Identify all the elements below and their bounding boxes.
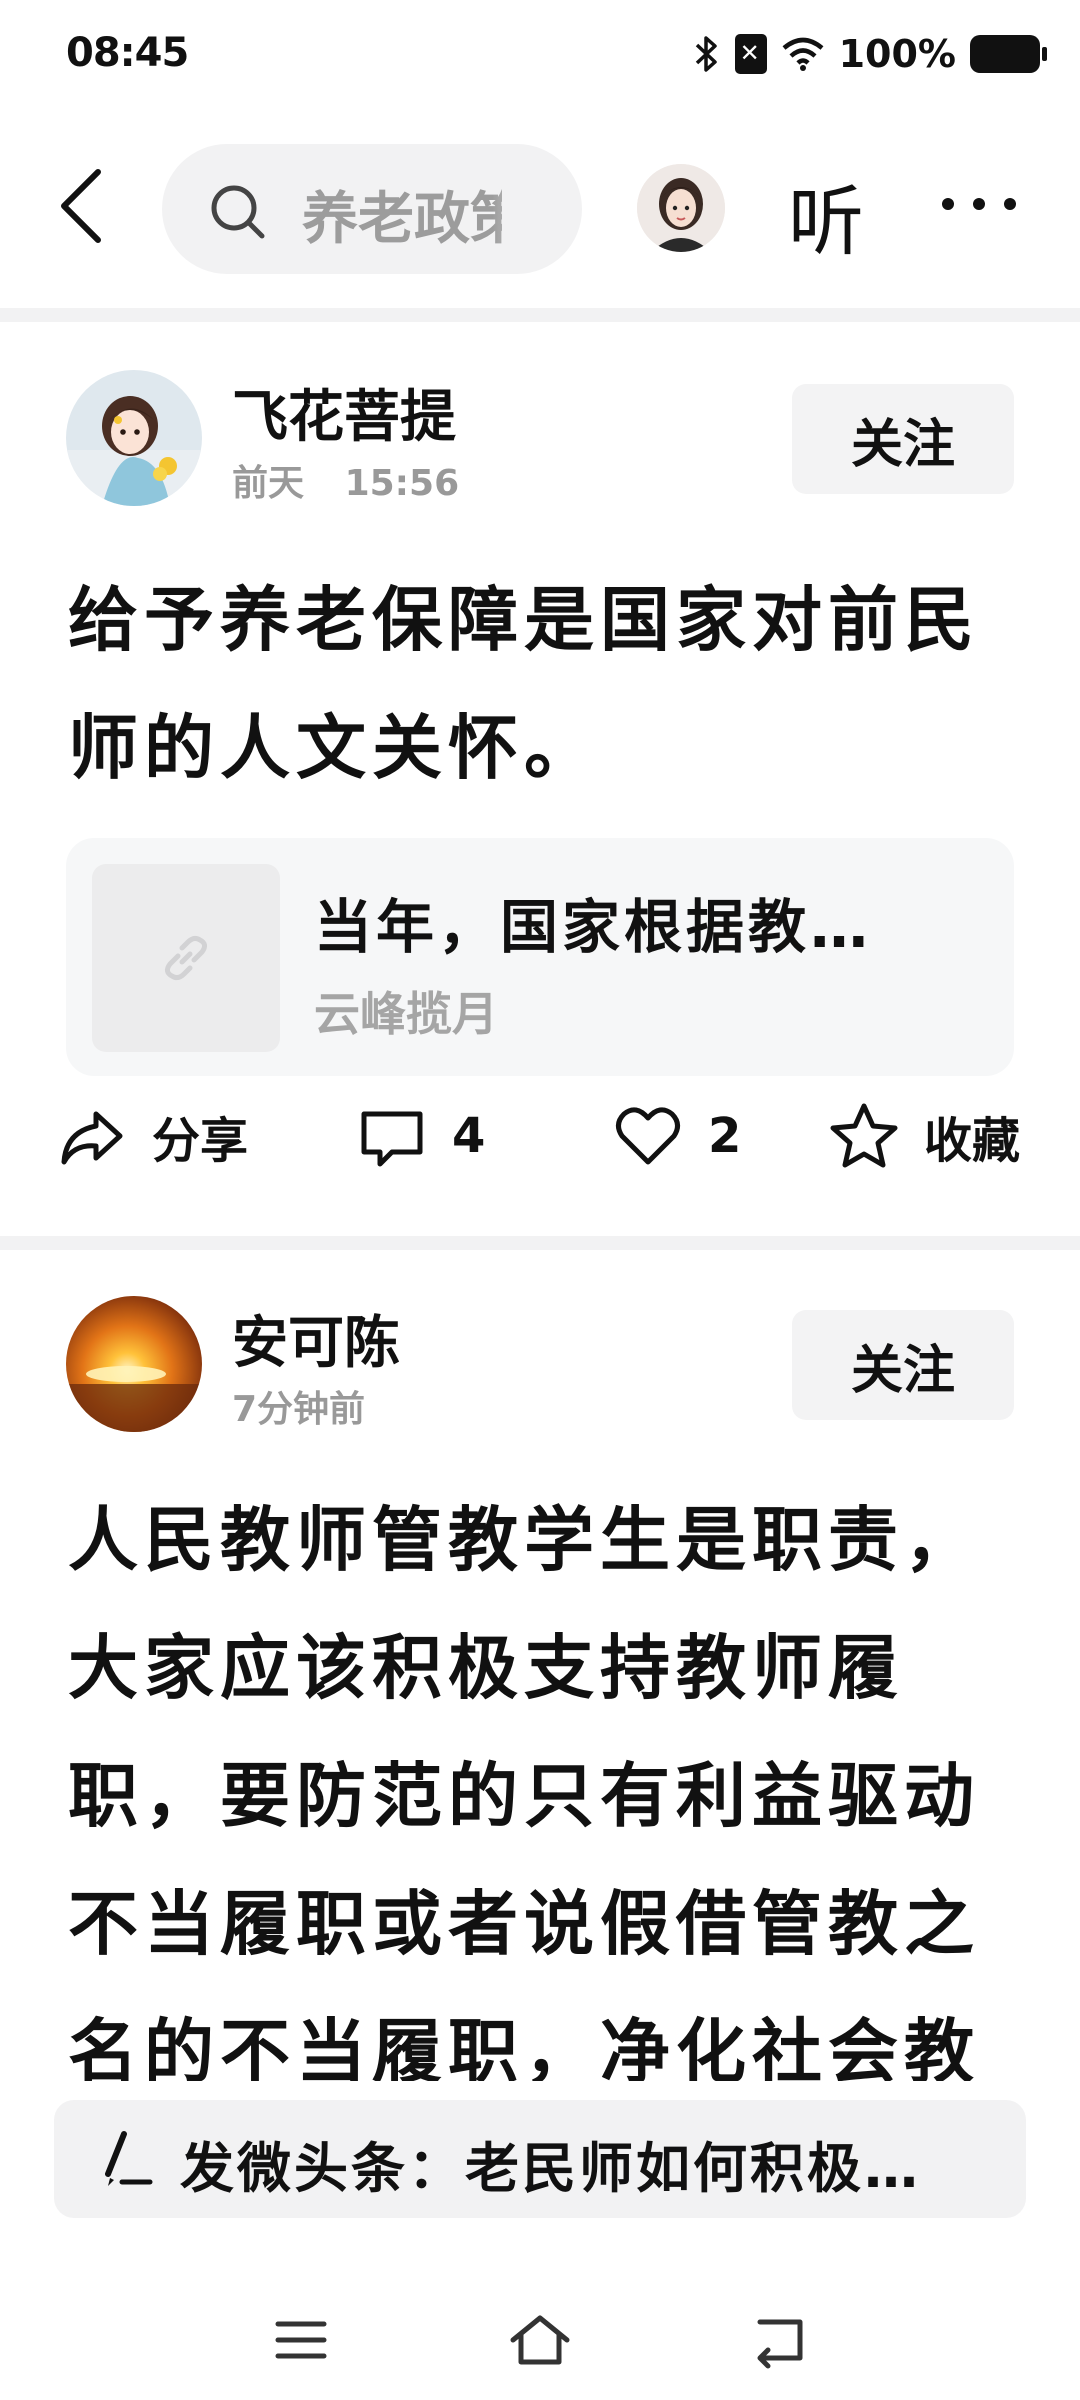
section-divider	[0, 308, 1080, 322]
status-time: 08:45	[66, 30, 189, 76]
compose-bar[interactable]: 发微头条：老民师如何积极…	[54, 2100, 1026, 2218]
status-bar: 08:45 100%	[0, 0, 1080, 120]
share-icon	[61, 1111, 123, 1165]
post-time-clock: 15:56	[344, 463, 460, 504]
battery-icon	[970, 35, 1047, 73]
heart-icon	[616, 1107, 680, 1165]
post-body-line: 不当履职或者说假借管教之	[68, 1883, 980, 1965]
post-author-name[interactable]: 安可陈	[232, 1298, 400, 1379]
favorite-button[interactable]: 收藏	[828, 1100, 1020, 1172]
search-query: 养老政策	[302, 187, 502, 252]
post-body[interactable]: 给予养老保障是国家对前民 师的人文关怀。	[68, 556, 1028, 812]
post-time-day: 前天	[232, 463, 305, 504]
link-icon	[164, 935, 208, 981]
article-title: 当年，国家根据教…	[314, 893, 873, 961]
comment-icon	[361, 1111, 423, 1167]
post-author-avatar[interactable]	[66, 370, 202, 506]
article-thumbnail	[92, 864, 280, 1052]
listen-button[interactable]: 听	[788, 160, 864, 270]
favorite-label: 收藏	[924, 1113, 1021, 1169]
post-time: 前天 15:56	[232, 454, 459, 506]
share-button[interactable]: 分享	[56, 1100, 248, 1172]
like-button[interactable]: 2	[612, 1100, 741, 1172]
compose-prompt: 发微头条：老民师如何积极…	[180, 2137, 921, 2200]
article-source: 云峰揽月	[314, 987, 498, 1041]
post-body-line: 师的人文关怀。	[68, 707, 600, 789]
post-body-line: 给予养老保障是国家对前民	[68, 579, 980, 661]
system-nav-bar	[0, 2290, 1080, 2400]
bluetooth-icon	[695, 36, 717, 72]
post-body-line: 人民教师管教学生是职责，	[68, 1499, 980, 1581]
return-icon[interactable]	[744, 2310, 814, 2370]
quoted-article-card[interactable]: 当年，国家根据教… 云峰揽月	[66, 838, 1014, 1076]
menu-icon[interactable]	[266, 2310, 336, 2370]
more-icon[interactable]	[940, 192, 1018, 216]
post-body-line: 大家应该积极支持教师履	[68, 1627, 904, 1709]
avatar-image	[66, 1296, 202, 1432]
wifi-icon	[782, 37, 824, 71]
back-icon[interactable]	[52, 166, 112, 246]
share-label: 分享	[152, 1113, 249, 1169]
status-icons: 100%	[691, 32, 1047, 76]
top-nav: 养老政策 听	[0, 140, 1080, 274]
assistant-avatar-image	[637, 164, 725, 252]
search-fade	[492, 164, 552, 254]
sim-icon	[734, 34, 767, 74]
like-count: 2	[708, 1108, 742, 1164]
avatar-image	[66, 370, 202, 506]
section-divider	[0, 1236, 1080, 1250]
post-author-name[interactable]: 飞花菩提	[232, 372, 456, 453]
comment-count: 4	[452, 1108, 486, 1164]
post-body[interactable]: 人民教师管教学生是职责， 大家应该积极支持教师履 职，要防范的只有利益驱动 不当…	[68, 1476, 1048, 2081]
search-bar[interactable]: 养老政策	[162, 144, 582, 274]
post-action-bar: 分享 4 2 收藏	[0, 1100, 1080, 1200]
follow-button[interactable]: 关注	[792, 384, 1014, 494]
comment-button[interactable]: 4	[356, 1100, 485, 1172]
follow-button[interactable]: 关注	[792, 1310, 1014, 1420]
star-icon	[830, 1103, 898, 1168]
assistant-avatar[interactable]	[637, 164, 725, 252]
post-time: 7分钟前	[232, 1389, 366, 1430]
post-author-avatar[interactable]	[66, 1296, 202, 1432]
search-icon	[211, 185, 265, 239]
battery-percent: 100%	[838, 32, 956, 76]
post-body-line: 名的不当履职，净化社会教	[68, 2011, 980, 2081]
home-icon[interactable]	[505, 2310, 575, 2370]
pen-icon	[105, 2131, 153, 2186]
post-body-line: 职，要防范的只有利益驱动	[68, 1755, 980, 1837]
